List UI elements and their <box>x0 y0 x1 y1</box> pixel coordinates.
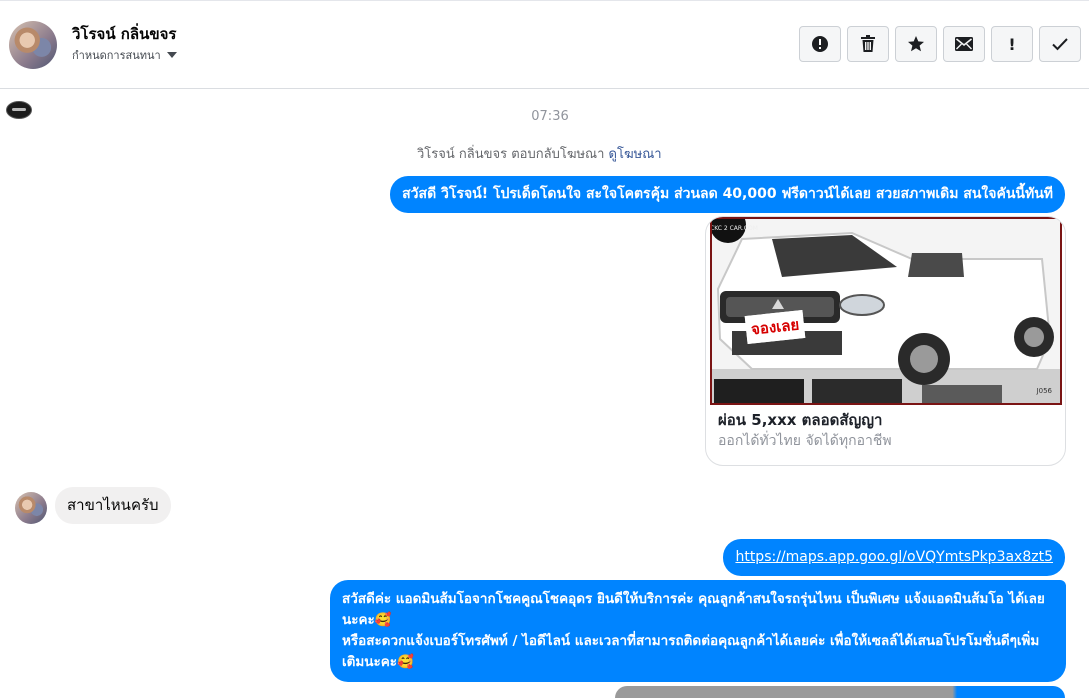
contact-avatar[interactable] <box>9 21 57 69</box>
view-ad-link[interactable]: ดูโฆษณา <box>609 147 662 162</box>
watermark-text: CKC 2 CAR.COM <box>710 225 758 232</box>
exclamation-icon: ! <box>1008 34 1016 54</box>
ad-card-subtitle: ออกได้ทั่วไทย จัดได้ทุกอาชีพ <box>718 433 892 449</box>
pickup-truck-picture <box>712 219 1060 403</box>
outgoing-link-message[interactable]: https://maps.app.goo.gl/oVQYmtsPkp3ax8zt… <box>723 539 1065 576</box>
outgoing-message[interactable]: สวัสดี วิโรจน์! โปรเด็ดโดนใจ สะใจโคตรคุ้… <box>390 176 1065 213</box>
schedule-dropdown[interactable]: กำหนดการสนทนา <box>72 46 177 64</box>
delete-button[interactable] <box>847 26 889 62</box>
report-button[interactable] <box>799 26 841 62</box>
contact-name[interactable]: วิโรจน์ กลิ่นขจร <box>72 22 176 46</box>
map-link[interactable]: https://maps.app.goo.gl/oVQYmtsPkp3ax8zt… <box>735 549 1053 565</box>
ad-reply-text: วิโรจน์ กลิ่นขจร ตอบกลับโฆษณา <box>417 147 605 162</box>
ad-card[interactable]: CKC 2 CAR.COM จองเลย J056 ผ่อน 5,xxx ตลอ… <box>705 216 1066 466</box>
car-ad-image: CKC 2 CAR.COM จองเลย J056 <box>710 217 1062 405</box>
mark-done-button[interactable] <box>1039 26 1081 62</box>
mark-unread-button[interactable] <box>943 26 985 62</box>
stock-code: J056 <box>1036 387 1052 395</box>
action-toolbar: ! <box>799 26 1081 62</box>
schedule-label: กำหนดการสนทนา <box>72 49 161 62</box>
message-timestamp: 07:36 <box>531 109 569 124</box>
spam-button[interactable]: ! <box>991 26 1033 62</box>
admin-message-line: หรือสะดวกแจ้งเบอร์โทรศัพท์ / ไอดีไลน์ แล… <box>342 633 1040 670</box>
next-message-partial <box>615 686 1065 698</box>
admin-greeting-message[interactable]: สวัสดีค่ะ แอดมินส้มโอจากโชคคูณโชคอุดร ยิ… <box>330 580 1066 682</box>
ad-reply-note: วิโรจน์ กลิ่นขจร ตอบกลับโฆษณา ดูโฆษณา <box>417 143 662 164</box>
customer-avatar <box>15 492 47 524</box>
trash-icon <box>861 35 875 52</box>
check-icon <box>1052 38 1068 51</box>
envelope-icon <box>955 37 973 51</box>
ad-card-title: ผ่อน 5,xxx ตลอดสัญญา <box>718 411 883 429</box>
conversation-header: วิโรจน์ กลิ่นขจร กำหนดการสนทนา ! <box>0 1 1089 89</box>
report-icon <box>812 36 828 52</box>
star-icon <box>908 36 924 52</box>
caret-down-icon <box>166 52 177 58</box>
admin-message-line: สวัสดีค่ะ แอดมินส้มโอจากโชคคูณโชคอุดร ยิ… <box>342 591 1045 628</box>
star-button[interactable] <box>895 26 937 62</box>
incoming-message[interactable]: สาขาไหนครับ <box>55 487 171 524</box>
